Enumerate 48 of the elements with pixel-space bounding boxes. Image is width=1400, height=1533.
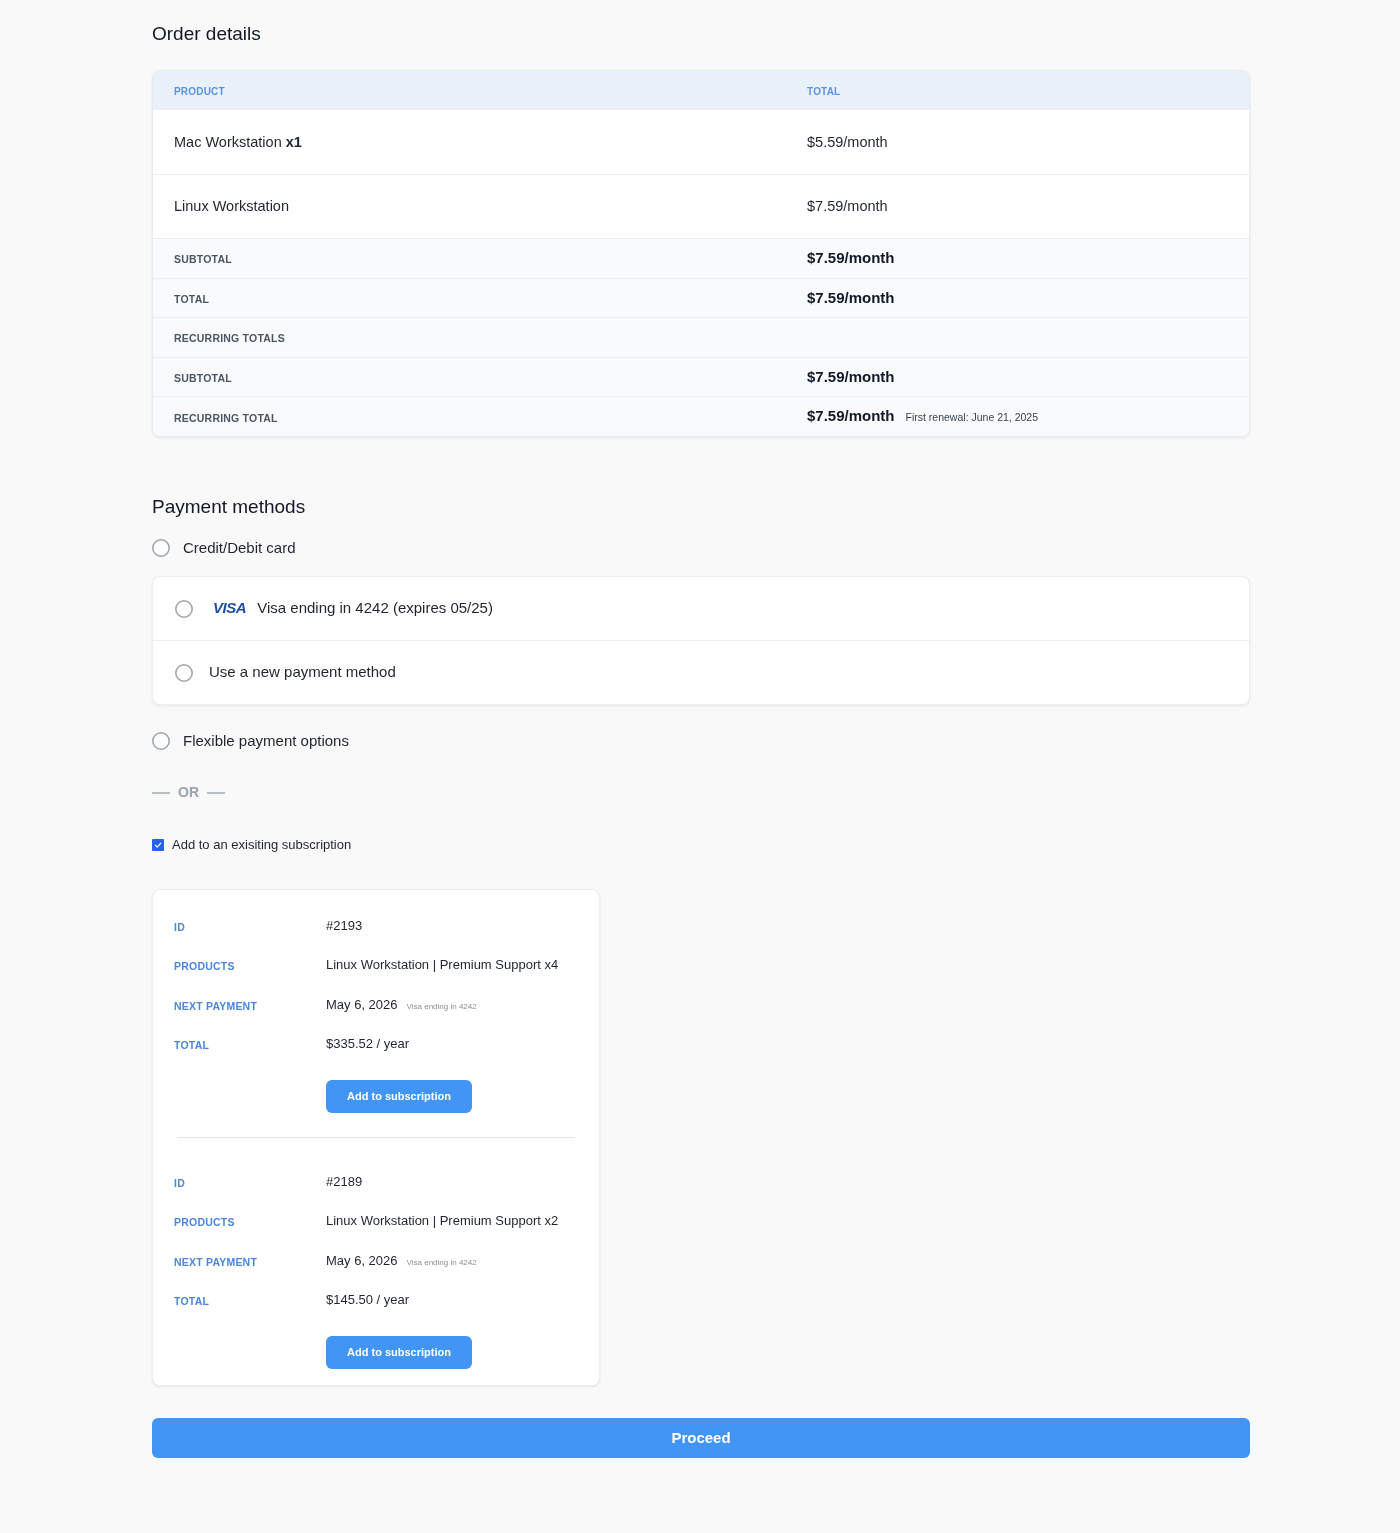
radio-button[interactable] (175, 663, 193, 682)
summary-label: SUBTOTAL (174, 372, 232, 385)
option-label[interactable]: Visa ending in 4242 (expires 05/25) (257, 597, 493, 620)
section-title: Order details (152, 22, 262, 46)
checkbox-label[interactable]: Add to an exisiting subscription (172, 835, 352, 855)
payment-note: Visa ending in 4242 (406, 1000, 477, 1013)
summary-value: $7.59/month (807, 406, 895, 427)
field-value: Linux Workstation | Premium Support x4 (326, 956, 559, 975)
field-label: PRODUCTS (174, 960, 235, 973)
separator-label: OR (178, 783, 199, 803)
field-value: $335.52 / year (326, 1035, 410, 1054)
field-value: May 6, 2026 (326, 1251, 398, 1270)
column-header: TOTAL (807, 86, 841, 97)
field-label: NEXT PAYMENT (174, 1255, 258, 1268)
summary-label: RECURRING TOTAL (174, 411, 278, 424)
field-value: #2193 (326, 916, 363, 935)
option-label[interactable]: Use a new payment method (209, 661, 396, 684)
option-label[interactable]: Flexible payment options (183, 729, 349, 753)
column-header: PRODUCT (174, 86, 225, 97)
summary-value: $7.59/month (807, 366, 895, 387)
field-value: $145.50 / year (326, 1291, 410, 1310)
field-label: ID (174, 920, 185, 933)
payment-note: Visa ending in 4242 (406, 1256, 477, 1269)
section-title: Payment methods (152, 494, 307, 519)
summary-value: $7.59/month (807, 287, 895, 308)
field-value: Linux Workstation | Premium Support x2 (326, 1212, 559, 1231)
radio-button[interactable] (175, 599, 193, 618)
field-label: TOTAL (174, 1039, 210, 1052)
visa-logo: VISA (213, 598, 247, 619)
option-label[interactable]: Credit/Debit card (183, 536, 296, 560)
summary-label: TOTAL (174, 292, 210, 305)
table-cell: $7.59/month (807, 198, 888, 215)
field-value: #2189 (326, 1172, 363, 1191)
field-label: NEXT PAYMENT (174, 999, 258, 1012)
table-cell: Linux Workstation (174, 198, 289, 215)
field-value: May 6, 2026 (326, 995, 398, 1014)
summary-label: RECURRING TOTALS (174, 332, 285, 345)
field-label: ID (174, 1176, 185, 1189)
summary-label: SUBTOTAL (174, 253, 232, 266)
checkbox[interactable] (152, 838, 164, 851)
table-cell: Mac Workstation x1 (174, 133, 302, 150)
radio-button[interactable] (152, 731, 170, 750)
radio-button[interactable] (152, 538, 170, 557)
renewal-note: First renewal: June 21, 2025 (905, 410, 1039, 426)
field-label: TOTAL (174, 1295, 210, 1308)
field-label: PRODUCTS (174, 1216, 235, 1229)
summary-value: $7.59/month (807, 248, 895, 269)
table-cell: $5.59/month (807, 133, 888, 150)
